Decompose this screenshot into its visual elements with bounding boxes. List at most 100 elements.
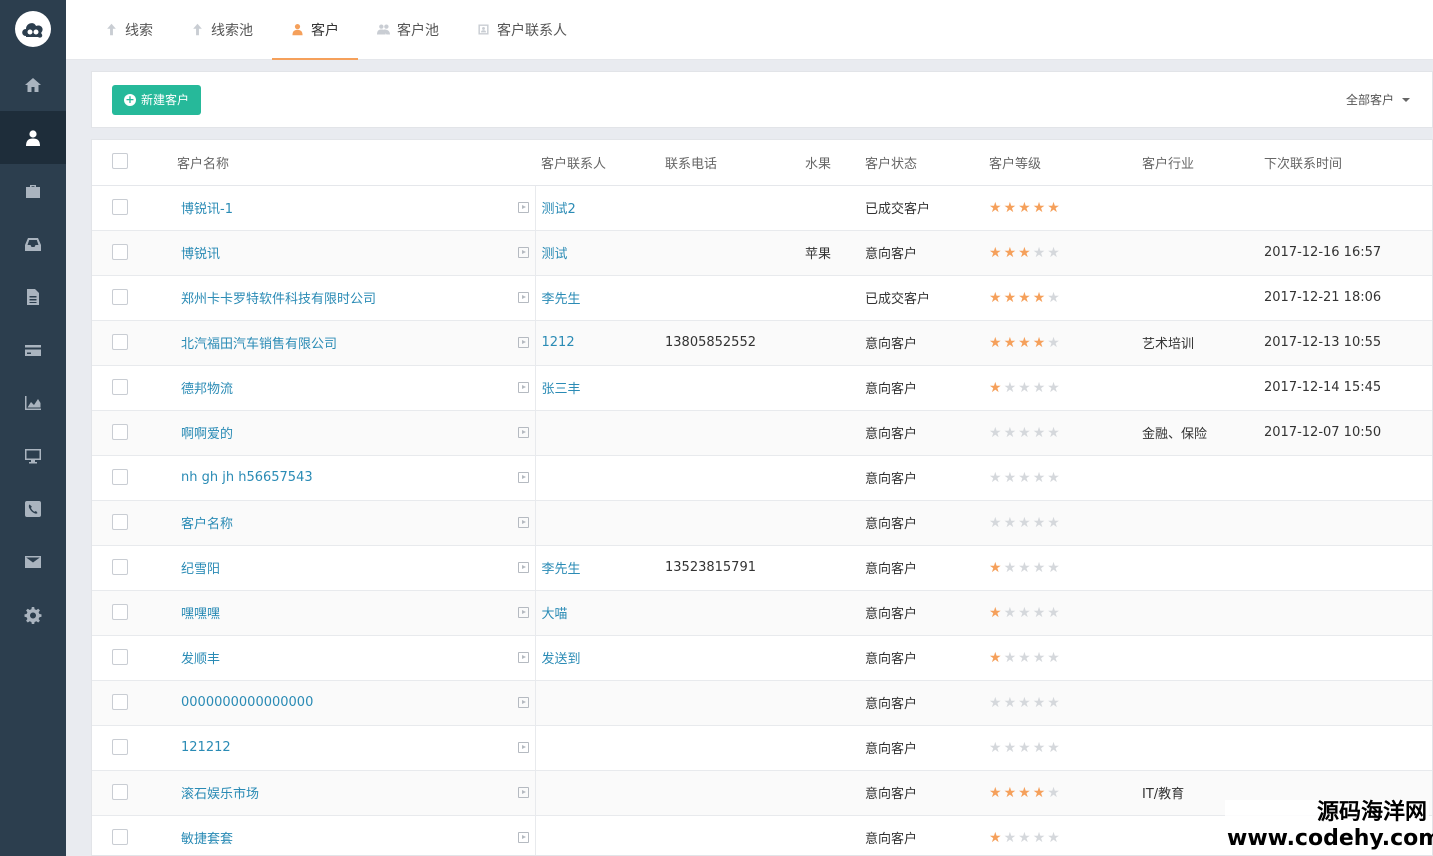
- preview-icon[interactable]: [517, 561, 529, 573]
- sidebar-nav-briefcase[interactable]: [0, 164, 66, 217]
- preview-icon[interactable]: [517, 696, 529, 708]
- level-cell: ★★★★★: [989, 770, 1142, 816]
- table-row[interactable]: 嘿嘿嘿 大喵 意向客户 ★★★★★: [92, 590, 1432, 636]
- contact-link[interactable]: 1212: [542, 335, 575, 350]
- table-row[interactable]: 客户名称 意向客户 ★★★★★: [92, 500, 1432, 546]
- table-row[interactable]: 纪雪阳 李先生 13523815791 意向客户 ★★★★★: [92, 545, 1432, 591]
- customer-name-link[interactable]: 嘿嘿嘿: [181, 607, 220, 622]
- sidebar-nav-phone[interactable]: [0, 482, 66, 535]
- preview-icon[interactable]: [517, 471, 529, 483]
- preview-icon[interactable]: [517, 786, 529, 798]
- row-checkbox[interactable]: [112, 423, 128, 440]
- star-icon: ★: [1003, 694, 1019, 711]
- star-icon: ★: [1018, 604, 1033, 621]
- table-row[interactable]: 郑州卡卡罗特软件科技有限时公司 李先生 已成交客户 ★★★★★ 2017-12-21 1…: [92, 275, 1432, 321]
- preview-icon[interactable]: [517, 831, 529, 843]
- preview-icon[interactable]: [517, 606, 529, 618]
- row-checkbox[interactable]: [112, 603, 128, 620]
- customer-name-link[interactable]: 发顺丰: [181, 652, 220, 667]
- sidebar-nav-envelope[interactable]: [0, 535, 66, 588]
- customer-name-link[interactable]: 121212: [181, 740, 231, 755]
- row-checkbox[interactable]: [112, 243, 128, 260]
- row-checkbox[interactable]: [112, 468, 128, 485]
- select-all-checkbox[interactable]: [112, 153, 128, 169]
- customer-name-link[interactable]: nh gh jh h56657543: [181, 470, 313, 485]
- preview-icon[interactable]: [517, 651, 529, 663]
- phone-cell: [665, 770, 805, 816]
- preview-icon[interactable]: [517, 201, 529, 213]
- table-row[interactable]: 发顺丰 发送到 意向客户 ★★★★★: [92, 635, 1432, 681]
- tab-2[interactable]: 客户: [272, 0, 358, 60]
- contact-link[interactable]: 发送到: [542, 652, 581, 667]
- preview-icon[interactable]: [517, 741, 529, 753]
- customer-name-link[interactable]: 德邦物流: [181, 382, 233, 397]
- preview-icon[interactable]: [517, 291, 529, 303]
- row-checkbox[interactable]: [112, 378, 128, 395]
- preview-icon[interactable]: [517, 426, 529, 438]
- contact-link[interactable]: 大喵: [542, 607, 568, 622]
- contact-link[interactable]: 测试2: [542, 202, 576, 217]
- customer-name-link[interactable]: 客户名称: [181, 517, 233, 532]
- sidebar-nav-document[interactable]: [0, 270, 66, 323]
- sidebar-nav-user[interactable]: [0, 111, 66, 164]
- table-row[interactable]: 北汽福田汽车销售有限公司 1212 13805852552 意向客户 ★★★★★ 艺术培训…: [92, 320, 1432, 366]
- customer-name-link[interactable]: 博锐讯-1: [181, 202, 233, 217]
- contact-link[interactable]: 测试: [542, 247, 568, 262]
- preview-icon[interactable]: [517, 246, 529, 258]
- table-row[interactable]: 德邦物流 张三丰 意向客户 ★★★★★ 2017-12-14 15:45: [92, 365, 1432, 411]
- row-checkbox[interactable]: [112, 648, 128, 665]
- tab-3[interactable]: 客户池: [358, 0, 458, 59]
- star-icon: ★: [989, 739, 1004, 756]
- sidebar-nav-gear[interactable]: [0, 588, 66, 641]
- customer-name-link[interactable]: 0000000000000000: [181, 695, 313, 710]
- customer-filter-dropdown[interactable]: 全部客户: [1346, 91, 1412, 108]
- contact-link[interactable]: 李先生: [542, 292, 581, 307]
- level-cell: ★★★★★: [989, 275, 1142, 321]
- tab-label: 线索池: [211, 22, 253, 39]
- contact-link[interactable]: 张三丰: [542, 382, 581, 397]
- row-checkbox[interactable]: [112, 693, 128, 710]
- name-cell: 121212: [92, 725, 536, 771]
- preview-icon[interactable]: [517, 516, 529, 528]
- customer-name-link[interactable]: 北汽福田汽车销售有限公司: [181, 337, 337, 352]
- table-row[interactable]: nh gh jh h56657543 意向客户 ★★★★★: [92, 455, 1432, 501]
- table-row[interactable]: 121212 意向客户 ★★★★★: [92, 725, 1432, 771]
- status-cell: 意向客户: [865, 320, 989, 366]
- sidebar-nav-home[interactable]: [0, 58, 66, 111]
- customer-name-link[interactable]: 滚石娱乐市场: [181, 787, 259, 802]
- new-customer-button[interactable]: + 新建客户: [112, 84, 202, 115]
- customer-name-link[interactable]: 纪雪阳: [181, 562, 220, 577]
- row-checkbox[interactable]: [112, 513, 128, 530]
- table-row[interactable]: 0000000000000000 意向客户 ★★★★★: [92, 680, 1432, 726]
- tab-1[interactable]: 线索池: [172, 0, 272, 59]
- table-row[interactable]: 博锐讯-1 测试2 已成交客户 ★★★★★: [92, 185, 1432, 231]
- star-icon: ★: [1032, 469, 1048, 486]
- row-checkbox[interactable]: [112, 738, 128, 755]
- contact-link[interactable]: 李先生: [542, 562, 581, 577]
- star-icon: ★: [1018, 829, 1033, 846]
- row-checkbox[interactable]: [112, 198, 128, 215]
- customer-name-link[interactable]: 敏捷套套: [181, 832, 233, 847]
- sidebar-nav-credit-card[interactable]: [0, 323, 66, 376]
- customer-name-link[interactable]: 郑州卡卡罗特软件科技有限时公司: [181, 292, 376, 307]
- tab-4[interactable]: 客户联系人: [458, 0, 586, 59]
- tab-0[interactable]: 线索: [86, 0, 172, 59]
- sidebar-nav-area-chart[interactable]: [0, 376, 66, 429]
- row-checkbox[interactable]: [112, 558, 128, 575]
- preview-icon[interactable]: [517, 381, 529, 393]
- customer-name-link[interactable]: 啊啊爱的: [181, 427, 233, 442]
- customer-name-link[interactable]: 博锐讯: [181, 247, 220, 262]
- app-logo[interactable]: [0, 0, 66, 58]
- row-checkbox[interactable]: [112, 333, 128, 350]
- table-row[interactable]: 啊啊爱的 意向客户 ★★★★★ 金融、保险 2017-12-07 10:50: [92, 410, 1432, 456]
- level-cell: ★★★★★: [989, 230, 1142, 276]
- phone-cell: [665, 455, 805, 501]
- sidebar-nav-inbox[interactable]: [0, 217, 66, 270]
- sidebar-nav-monitor[interactable]: [0, 429, 66, 482]
- row-checkbox[interactable]: [112, 828, 128, 845]
- industry-cell: [1142, 275, 1264, 321]
- table-row[interactable]: 博锐讯 测试 苹果 意向客户 ★★★★★ 2017-12-16 16:57: [92, 230, 1432, 276]
- row-checkbox[interactable]: [112, 783, 128, 800]
- preview-icon[interactable]: [517, 336, 529, 348]
- row-checkbox[interactable]: [112, 288, 128, 305]
